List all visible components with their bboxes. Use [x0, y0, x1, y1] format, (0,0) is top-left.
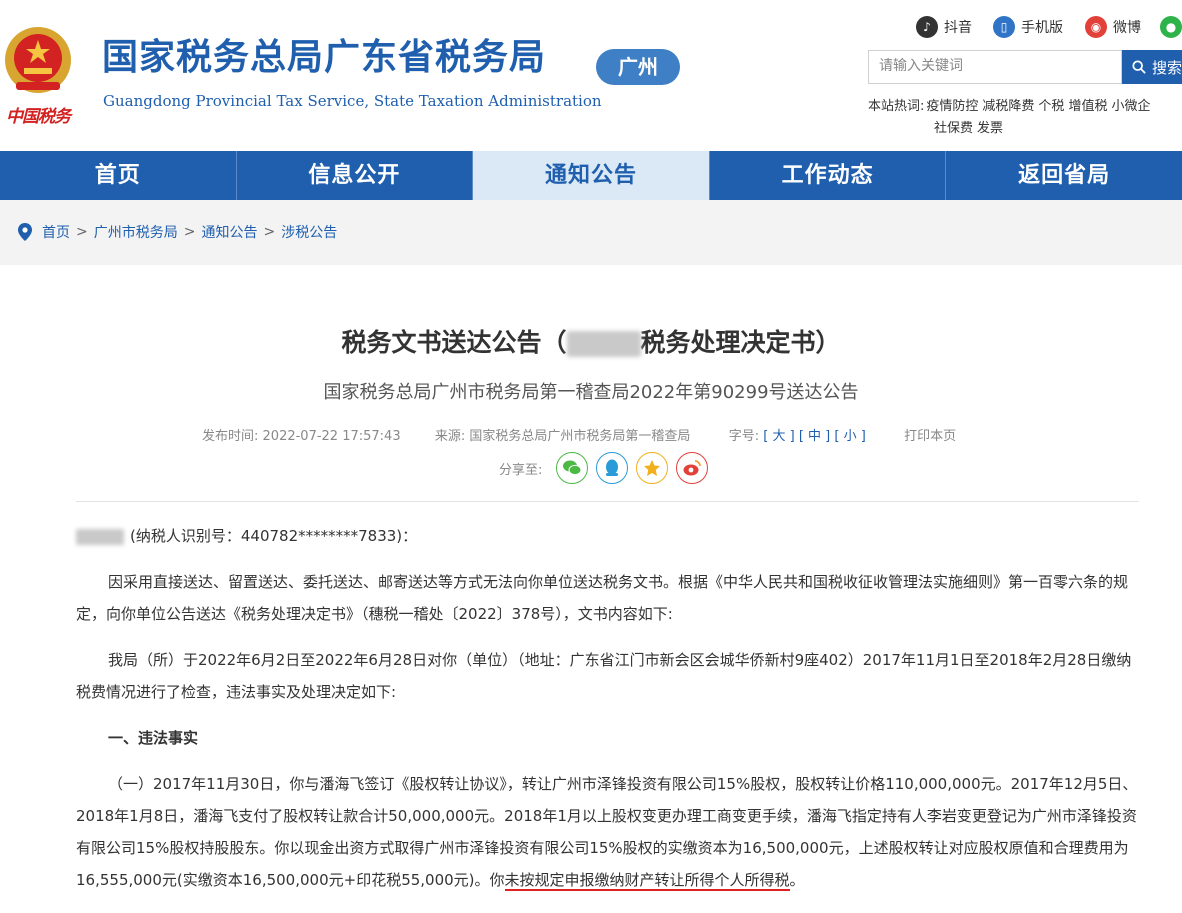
wechat-icon: ● — [1160, 16, 1182, 38]
paragraph-violation-1: （一）2017年11月30日，你与潘海飞签订《股权转让协议》，转让广州市泽锋投资… — [76, 768, 1139, 896]
article-subtitle: 国家税务总局广州市税务局第一稽查局2022年第90299号送达公告 — [323, 382, 859, 403]
paragraph-inspection: 我局（所）于2022年6月2日至2022年6月28日对你（单位）（地址：广东省江… — [76, 651, 1132, 701]
search-input[interactable] — [869, 51, 1119, 81]
redacted-name — [76, 528, 124, 545]
share-bar: 分享至: — [499, 452, 709, 484]
publish-time: 2022-07-22 17:57:43 — [262, 429, 401, 444]
addressee: (纳税人识别号：440782********7833)： — [76, 520, 1139, 552]
font-size-small[interactable]: 小 — [844, 429, 857, 444]
redacted-name — [566, 331, 641, 357]
qq-icon — [606, 459, 619, 476]
paragraph-intro: 因采用直接送达、留置送达、委托送达、邮寄送达等方式无法向你单位送达税务文书。根据… — [76, 573, 1129, 623]
social-label: 微博 — [1113, 20, 1141, 36]
search-button-label: 搜索 — [1151, 58, 1182, 77]
social-label: 手机版 — [1021, 20, 1063, 36]
paragraph-violation-end: 。 — [789, 871, 805, 889]
article-meta: 发布时间: 2022-07-22 17:57:43 来源: 国家税务总局广州市税… — [202, 429, 957, 444]
breadcrumb-bar: 首页 > 广州市税务局 > 通知公告 > 涉税公告 — [0, 200, 1182, 265]
qzone-star-icon — [644, 460, 661, 476]
social-label: 抖音 — [944, 20, 972, 36]
publish-time-label: 发布时间: — [202, 429, 259, 444]
hot-word[interactable]: 发票 — [977, 121, 1003, 136]
hot-word[interactable]: 减税降费 — [982, 99, 1034, 114]
hot-word[interactable]: 疫情防控 — [926, 99, 978, 114]
breadcrumb-home[interactable]: 首页 — [42, 222, 70, 242]
site-header: 中国税务 国家税务总局广东省税务局 Guangdong Provincial T… — [0, 0, 1182, 151]
social-wechat[interactable]: ● — [1160, 16, 1182, 38]
search-box — [868, 50, 1122, 84]
breadcrumb-tax-notices[interactable]: 涉税公告 — [281, 222, 337, 242]
hot-words-label: 本站热词: — [868, 99, 925, 114]
article-divider — [76, 501, 1139, 502]
breadcrumb-separator: > — [183, 224, 196, 240]
share-weibo-button[interactable] — [676, 452, 709, 484]
breadcrumb-city[interactable]: 广州市税务局 — [94, 222, 178, 242]
weibo-icon: ◉ — [1085, 16, 1107, 38]
breadcrumb-separator: > — [76, 224, 88, 240]
share-qzone-button[interactable] — [636, 452, 669, 484]
source-label: 来源: — [434, 429, 466, 444]
nav-back-province[interactable]: 返回省局 — [946, 151, 1182, 200]
social-weibo[interactable]: ◉ 微博 — [1085, 16, 1141, 38]
hot-words: 本站热词: 疫情防控 减税降费 个税 增值税 小微企 社保费 发票 — [868, 96, 1182, 140]
print-page-link[interactable]: 打印本页 — [904, 429, 956, 444]
china-tax-seal-logo: 中国税务 — [6, 107, 71, 127]
addressee-text: (纳税人识别号：440782********7833)： — [130, 527, 418, 545]
mobile-icon: ▯ — [993, 16, 1015, 38]
font-size-medium[interactable]: 中 — [808, 429, 821, 444]
breadcrumb: 首页 > 广州市税务局 > 通知公告 > 涉税公告 — [18, 222, 337, 242]
nav-work-news[interactable]: 工作动态 — [710, 151, 947, 200]
social-mobile[interactable]: ▯ 手机版 — [993, 16, 1063, 38]
hot-word[interactable]: 增值税 — [1068, 99, 1107, 114]
nav-home[interactable]: 首页 — [0, 151, 237, 200]
source: 国家税务总局广州市税务局第一稽查局 — [469, 429, 691, 444]
share-qq-button[interactable] — [596, 452, 629, 484]
share-wechat-button[interactable] — [556, 452, 589, 484]
location-pin-icon — [18, 223, 32, 241]
douyin-icon: ♪ — [916, 16, 938, 38]
search-button[interactable]: 搜索 — [1122, 50, 1182, 84]
main-nav: 首页 信息公开 通知公告 工作动态 返回省局 — [0, 151, 1182, 200]
wechat-icon — [563, 460, 582, 476]
breadcrumb-separator: > — [263, 224, 276, 240]
site-title[interactable]: 国家税务总局广东省税务局 — [102, 40, 546, 76]
nav-notices[interactable]: 通知公告 — [473, 151, 710, 200]
search-icon — [1132, 60, 1146, 74]
article-title-pre: 税务文书送达公告（ — [341, 328, 567, 357]
share-label: 分享至: — [499, 462, 543, 478]
hot-word[interactable]: 个税 — [1038, 99, 1064, 114]
weibo-icon — [683, 460, 702, 476]
nav-info-disclosure[interactable]: 信息公开 — [237, 151, 474, 200]
hot-word[interactable]: 社保费 — [934, 121, 973, 136]
font-size-label: 字号: — [728, 429, 760, 444]
city-badge[interactable]: 广州 — [596, 49, 680, 85]
breadcrumb-notices[interactable]: 通知公告 — [201, 222, 257, 242]
font-size-large[interactable]: 大 — [772, 429, 785, 444]
highlighted-violation: 未按规定申报缴纳财产转让所得个人所得税 — [504, 871, 790, 891]
section-heading-violation-facts: 一、违法事实 — [108, 729, 199, 747]
article-title-post: 税务处理决定书） — [640, 328, 841, 357]
article-title: 税务文书送达公告（ 税务处理决定书） — [0, 323, 1182, 359]
social-douyin[interactable]: ♪ 抖音 — [916, 16, 972, 38]
hot-word[interactable]: 小微企 — [1111, 99, 1150, 114]
article-body: (纳税人识别号：440782********7833)： 因采用直接送达、留置送… — [76, 520, 1139, 910]
site-subtitle: Guangdong Provincial Tax Service, State … — [103, 92, 602, 110]
national-emblem-icon — [5, 27, 71, 93]
